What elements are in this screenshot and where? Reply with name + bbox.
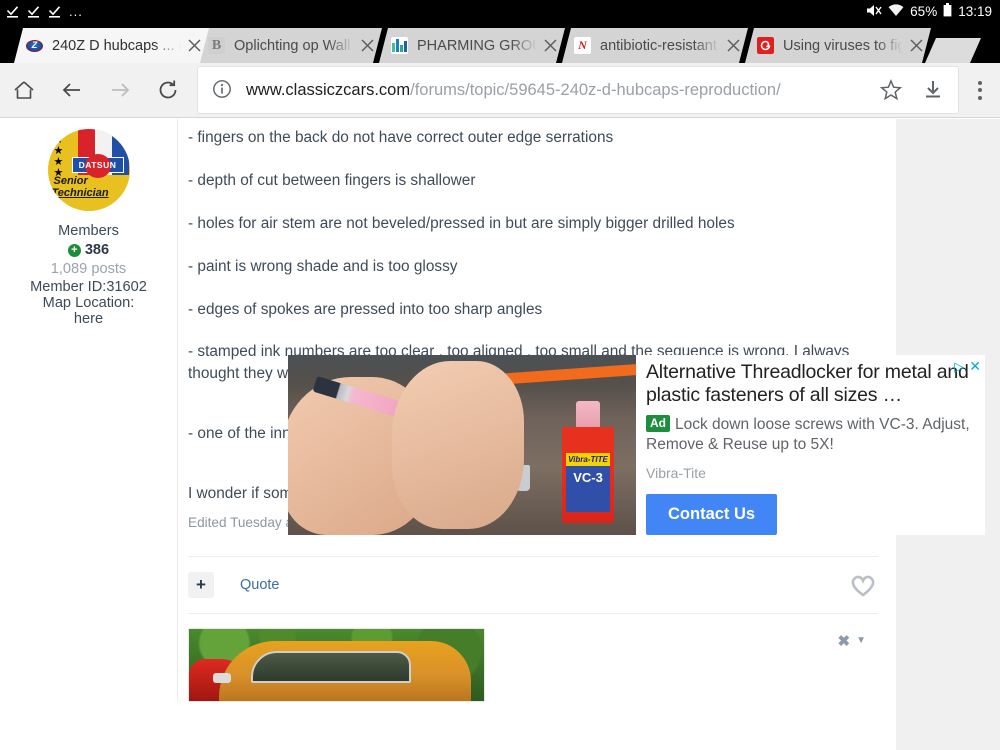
red-spiral-icon (757, 37, 774, 54)
post-line: - paint is wrong shade and is too glossy (188, 257, 458, 275)
url-host: www.classiczcars.com (246, 80, 411, 99)
tab-title: 240Z D hubcaps ... r (52, 37, 181, 54)
ad-text-block: ▷ ✕ Alternative Threadlocker for metal a… (636, 355, 985, 536)
close-icon[interactable]: ✕ (969, 358, 981, 375)
author-map-location-value[interactable]: here (0, 311, 177, 327)
ad-description-text: Lock down loose screws with VC-3. Adjust… (646, 416, 970, 453)
status-notifications: ... (6, 5, 83, 19)
tab-240z-hubcaps[interactable]: Z 240Z D hubcaps ... r (14, 28, 209, 63)
multiquote-add-button[interactable]: + (188, 571, 214, 598)
ad-headline[interactable]: Alternative Threadlocker for metal and p… (646, 361, 985, 407)
download-complete-check-icon (6, 5, 19, 19)
letter-b-icon: B (208, 37, 225, 54)
avatar-datsun-logo: DATSUN (71, 154, 124, 178)
ad-cta-button[interactable]: Contact Us (646, 494, 778, 536)
author-group: Members (58, 223, 119, 239)
author-reputation: + 386 (0, 242, 177, 258)
url-text: www.classiczcars.com/forums/topic/59645-… (246, 81, 870, 100)
three-dot-menu-icon[interactable] (960, 66, 1000, 114)
clock: 13:19 (958, 4, 992, 19)
attachment-controls[interactable]: ✖ ▼ (838, 632, 866, 650)
author-map-location-label: Map Location: (42, 295, 135, 311)
forum-post: ★ ★ ★ ★ DATSUN Senior Technician Members + … (0, 119, 985, 750)
url-path: /forums/topic/59645-240z-d-hubcaps-repro… (410, 80, 781, 99)
author-member-id: Member ID:31602 (30, 279, 147, 295)
avatar-rank-line2: Technician (51, 187, 109, 199)
tab-close-icon[interactable] (539, 35, 561, 57)
reputation-plus-icon: + (67, 243, 81, 257)
download-icon[interactable] (912, 69, 954, 111)
bottle-product-label: VC-3 (566, 466, 610, 512)
post-author-column: ★ ★ ★ ★ DATSUN Senior Technician Members + … (0, 119, 178, 702)
home-icon[interactable] (0, 66, 48, 114)
battery-percent: 65% (910, 4, 938, 19)
post-line: - depth of cut between fingers is shallo… (188, 171, 476, 189)
tab-close-icon[interactable] (356, 35, 378, 57)
ad-description: Ad Lock down loose screws with VC-3. Adju… (646, 415, 985, 454)
tab-title: antibiotic-resistant b (600, 37, 720, 54)
avatar-stars: ★ ★ ★ ★ (53, 134, 64, 179)
tab-strip: Z 240Z D hubcaps ... r B Oplichting op W… (0, 23, 1000, 63)
nature-n-icon: N (574, 37, 591, 54)
status-indicators: 65% 13:19 (865, 3, 992, 21)
bottle-brand-label: Vibra-TITE (566, 453, 610, 466)
post-line: - fingers on the back do not have correc… (188, 129, 614, 146)
battery-icon (943, 3, 952, 20)
adchoices-icon[interactable]: ▷ (954, 359, 964, 375)
close-icon[interactable]: ✖ (838, 632, 851, 650)
post-attachment: ✖ ▼ (188, 614, 878, 702)
author-post-count: 1,089 posts (50, 261, 127, 277)
bar-chart-icon (391, 37, 408, 54)
reputation-value: 386 (84, 242, 110, 258)
classiczcars-z-logo-icon: Z (26, 37, 43, 54)
tab-close-icon[interactable] (905, 35, 927, 57)
tab-close-icon[interactable] (183, 35, 205, 57)
tab-close-icon[interactable] (722, 35, 744, 57)
android-status-bar: ... 65% 13:19 (0, 0, 1000, 23)
avatar-rank-line1: Senior (53, 175, 88, 187)
post-actions: + Quote (188, 557, 878, 613)
tab-using-viruses[interactable]: Using viruses to figh (745, 28, 931, 63)
page-info-icon[interactable] (212, 79, 234, 101)
address-bar[interactable]: www.classiczcars.com/forums/topic/59645-… (198, 67, 958, 113)
ad-badge: Ad (646, 415, 670, 433)
avatar[interactable]: ★ ★ ★ ★ DATSUN Senior Technician (47, 129, 130, 211)
ad-product-bottle: Vibra-TITE VC-3 (562, 401, 614, 523)
browser-window: ... 65% 13:19 Z 240Z D hubcaps ... r B O… (0, 0, 1000, 750)
ad-image[interactable]: Vibra-TITE VC-3 (288, 355, 636, 535)
ad-controls[interactable]: ▷ ✕ (954, 358, 981, 375)
tab-title: PHARMING GROUP (417, 37, 533, 54)
heart-icon[interactable] (848, 570, 878, 600)
ad-brand: Vibra-Tite (646, 465, 706, 482)
attachment-image[interactable] (188, 627, 485, 702)
chevron-down-icon[interactable]: ▼ (856, 635, 866, 646)
volume-muted-icon (865, 3, 882, 21)
tab-title: Oplichting op Wall S (234, 37, 354, 54)
page-content: ★ ★ ★ ★ DATSUN Senior Technician Members + … (0, 119, 1000, 750)
forward-arrow-icon (96, 66, 144, 114)
download-complete-check-icon (48, 5, 61, 19)
tab-pharming-group[interactable]: PHARMING GROUP (379, 28, 565, 63)
tab-antibiotic-resistant[interactable]: N antibiotic-resistant b (562, 28, 748, 63)
advertisement[interactable]: Vibra-TITE VC-3 ▷ ✕ Alternative Threadlo… (288, 355, 985, 536)
post-line: - holes for air stem are not beveled/pre… (188, 214, 735, 232)
download-complete-check-icon (27, 5, 40, 19)
quote-button[interactable]: Quote (240, 577, 280, 593)
tab-oplichting-wall-street[interactable]: B Oplichting op Wall S (196, 28, 382, 63)
new-tab-button[interactable] (925, 38, 981, 63)
wifi-icon (888, 3, 904, 20)
browser-toolbar: www.classiczcars.com/forums/topic/59645-… (0, 63, 1000, 118)
reload-icon[interactable] (144, 66, 192, 114)
tab-title: Using viruses to figh (783, 37, 903, 54)
back-arrow-icon[interactable] (48, 66, 96, 114)
notification-overflow-dots: ... (69, 3, 83, 19)
post-line: - edges of spokes are pressed into too s… (188, 300, 543, 318)
star-icon[interactable] (870, 69, 912, 111)
